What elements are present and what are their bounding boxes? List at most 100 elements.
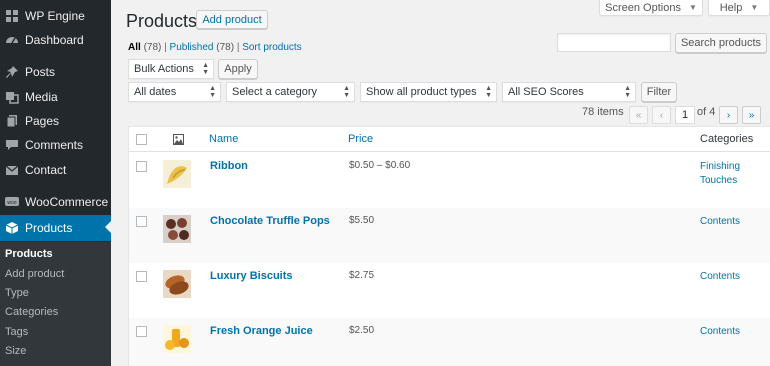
table-row: Chocolate Truffle Pops $5.50 Contents xyxy=(129,208,770,263)
product-thumbnail[interactable] xyxy=(163,160,191,188)
search-products-button[interactable]: Search products xyxy=(675,33,767,53)
select-arrows-icon: ▲ ▼ xyxy=(343,85,350,99)
prev-page-button[interactable]: ‹ xyxy=(652,106,671,124)
caret-down-icon: ▼ xyxy=(750,3,759,12)
category-value: Select a category xyxy=(232,86,317,98)
product-price: $0.50 – $0.60 xyxy=(349,160,411,171)
add-product-button[interactable]: Add product xyxy=(196,10,268,29)
sidebar-item-label: Comments xyxy=(25,138,84,152)
submenu-item-products[interactable]: Products xyxy=(5,248,53,260)
filter-all-label: All xyxy=(128,42,141,53)
sidebar-item-woocommerce[interactable]: woo WooCommerce xyxy=(0,190,111,214)
comments-icon xyxy=(4,137,20,153)
product-price: $5.50 xyxy=(349,215,375,226)
submenu-item-type[interactable]: Type xyxy=(5,287,29,299)
seo-score-value: All SEO Scores xyxy=(508,86,584,98)
column-header-price[interactable]: Price xyxy=(348,133,373,145)
main-content: Screen Options ▼ Help ▼ Products Add pro… xyxy=(111,0,770,366)
product-category-link[interactable]: Contents xyxy=(700,270,760,284)
sidebar-item-label: Dashboard xyxy=(25,33,84,47)
product-category-link[interactable]: Finishing Touches xyxy=(700,160,760,188)
product-name-link[interactable]: Ribbon xyxy=(210,160,248,172)
product-name-link[interactable]: Luxury Biscuits xyxy=(210,270,293,282)
sort-products-link[interactable]: Sort products xyxy=(242,42,301,53)
separator: | xyxy=(164,42,167,53)
product-price: $2.50 xyxy=(349,325,375,336)
sidebar-item-pages[interactable]: Pages xyxy=(0,109,111,133)
table-row: Fresh Orange Juice $2.50 Contents xyxy=(129,318,770,366)
filter-all-link[interactable]: All (78) xyxy=(128,42,161,53)
dates-select[interactable]: All dates ▲ ▼ xyxy=(128,82,221,102)
sidebar-item-media[interactable]: Media xyxy=(0,85,111,109)
sidebar-item-label: Posts xyxy=(25,65,56,79)
screen-options-button[interactable]: Screen Options ▼ xyxy=(599,0,703,16)
product-thumbnail[interactable] xyxy=(163,325,191,353)
category-select[interactable]: Select a category ▲ ▼ xyxy=(226,82,355,102)
woo-icon: woo xyxy=(4,194,20,210)
filter-published-count: (78) xyxy=(216,42,235,53)
current-page-input[interactable]: 1 xyxy=(675,106,695,124)
apply-button[interactable]: Apply xyxy=(218,59,258,79)
product-thumbnail[interactable] xyxy=(163,215,191,243)
caret-down-icon: ▼ xyxy=(688,3,697,12)
sidebar-item-dashboard[interactable]: Dashboard xyxy=(0,28,111,52)
table-row: Luxury Biscuits $2.75 Contents xyxy=(129,263,770,318)
next-page-button[interactable]: › xyxy=(719,106,738,124)
column-header-categories: Categories xyxy=(700,133,754,145)
product-category-link[interactable]: Contents xyxy=(700,325,760,339)
help-label: Help xyxy=(719,1,743,14)
submenu-item-add-product[interactable]: Add product xyxy=(5,268,64,280)
submenu-item-tags[interactable]: Tags xyxy=(5,326,28,338)
table-row: Ribbon $0.50 – $0.60 Finishing Touches xyxy=(129,153,770,208)
product-name-link[interactable]: Chocolate Truffle Pops xyxy=(210,215,330,227)
sidebar-item-comments[interactable]: Comments xyxy=(0,133,111,157)
table-header: Name Price Categories xyxy=(129,127,770,152)
filter-button[interactable]: Filter xyxy=(641,82,677,102)
filter-all-count: (78) xyxy=(143,42,162,53)
media-icon xyxy=(4,89,20,105)
row-checkbox[interactable] xyxy=(136,216,147,227)
sidebar-item-posts[interactable]: Posts xyxy=(0,60,111,84)
sidebar-item-contact[interactable]: Contact xyxy=(0,158,111,182)
sidebar-site-name[interactable]: WP Engine xyxy=(0,4,111,28)
product-category-link[interactable]: Contents xyxy=(700,215,760,229)
product-thumbnail[interactable] xyxy=(163,270,191,298)
product-price: $2.75 xyxy=(349,270,375,281)
products-submenu: Products Add product Type Categories Tag… xyxy=(0,242,111,366)
first-page-button[interactable]: « xyxy=(629,106,648,124)
bulk-actions-value: Bulk Actions xyxy=(134,63,194,75)
submenu-item-categories[interactable]: Categories xyxy=(5,306,58,318)
site-name-label: WP Engine xyxy=(25,9,85,23)
page-title: Products xyxy=(126,11,198,31)
sidebar-item-label: Products xyxy=(25,221,73,235)
menu-separator xyxy=(0,52,111,58)
row-checkbox[interactable] xyxy=(136,271,147,282)
wordpress-icon xyxy=(4,8,20,24)
seo-score-select[interactable]: All SEO Scores ▲ ▼ xyxy=(502,82,636,102)
select-arrows-icon: ▲ ▼ xyxy=(209,85,216,99)
select-arrows-icon: ▲ ▼ xyxy=(624,85,631,99)
help-button[interactable]: Help ▼ xyxy=(708,0,770,16)
menu-separator xyxy=(0,183,111,189)
sidebar-item-label: Media xyxy=(25,90,58,104)
filter-published-link[interactable]: Published (78) xyxy=(170,42,235,53)
last-page-button[interactable]: » xyxy=(742,106,761,124)
row-checkbox[interactable] xyxy=(136,326,147,337)
sidebar-item-products[interactable]: Products xyxy=(0,215,111,241)
sidebar-item-label: WooCommerce xyxy=(25,195,109,209)
search-input[interactable] xyxy=(557,33,671,52)
image-icon xyxy=(173,133,184,148)
admin-sidebar: WP Engine Dashboard Posts Media Pages Co… xyxy=(0,0,111,366)
product-type-value: Show all product types xyxy=(366,86,477,98)
screen-options-label: Screen Options xyxy=(605,1,681,14)
bulk-actions-select[interactable]: Bulk Actions ▲ ▼ xyxy=(128,59,214,79)
select-all-checkbox[interactable] xyxy=(136,134,147,145)
products-table: Name Price Categories Ribbon $0.50 – $0.… xyxy=(128,126,770,366)
column-header-name[interactable]: Name xyxy=(209,133,238,145)
row-checkbox[interactable] xyxy=(136,161,147,172)
product-name-link[interactable]: Fresh Orange Juice xyxy=(210,325,313,337)
sidebar-item-label: Contact xyxy=(25,163,67,177)
product-type-select[interactable]: Show all product types ▲ ▼ xyxy=(360,82,497,102)
submenu-item-size[interactable]: Size xyxy=(5,345,26,357)
mail-icon xyxy=(4,162,20,178)
